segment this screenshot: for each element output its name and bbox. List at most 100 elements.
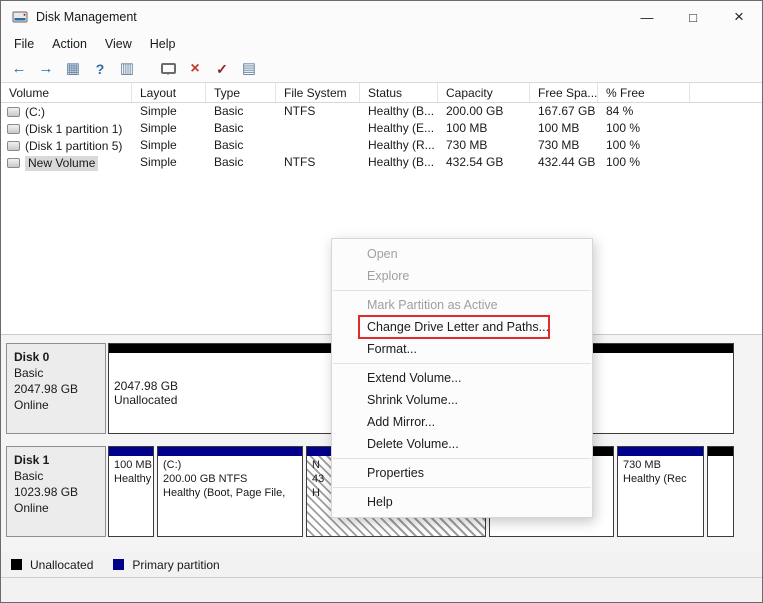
window-controls: — □ × [624,1,762,33]
menu-item-properties[interactable]: Properties [332,462,592,484]
cell-pct-free: 100 % [606,138,641,152]
menu-item-explore: Explore [367,269,410,283]
cell-capacity: 730 MB [446,138,488,152]
disk-status: Online [14,501,49,515]
action-pane-icon[interactable]: ▥ [115,58,139,80]
cell-layout: Simple [140,155,177,169]
volume-icon [7,158,20,168]
disk-status: Online [14,398,49,412]
minimize-button[interactable]: — [624,1,670,33]
menu-item-change-drive-letter[interactable]: Change Drive Letter and Paths... [332,316,592,338]
partition-c-drive[interactable]: (C:) 200.00 GB NTFS Healthy (Boot, Page … [157,446,303,537]
legend-unallocated-label: Unallocated [30,557,94,572]
legend-unallocated-swatch [11,559,22,570]
table-row[interactable]: (Disk 1 partition 1) Simple Basic Health… [1,120,762,137]
callout-icon-shape [160,63,176,75]
volume-icon [7,124,20,134]
partition-stripe [158,447,302,456]
callout-icon[interactable] [156,63,180,75]
cell-pct-free: 100 % [606,121,641,135]
menu-item-help[interactable]: Help [332,491,592,513]
partition-label: 100 MB Healthy [114,459,152,485]
close-button[interactable]: × [716,1,762,33]
cell-file-system: NTFS [284,155,316,169]
volume-icon [7,107,20,117]
menu-item-shrink-volume[interactable]: Shrink Volume... [332,389,592,411]
cell-free-space: 432.44 GB [538,155,596,169]
header-file-system[interactable]: File System [276,83,360,102]
legend-primary-label: Primary partition [132,557,220,572]
legend-bar: Unallocated Primary partition [1,552,762,578]
titlebar: Disk Management — □ × [1,1,762,33]
window-title: Disk Management [36,10,137,24]
header-layout[interactable]: Layout [132,83,206,102]
disk-management-window: Disk Management — □ × File Action View H… [0,0,763,603]
mark-partition-icon[interactable]: ✓ [210,58,234,80]
partition-label: 730 MB Healthy (Rec [623,459,687,485]
cell-pct-free: 100 % [606,155,641,169]
menu-item-delete-volume[interactable]: Delete Volume... [332,433,592,455]
table-row-selected[interactable]: New Volume Simple Basic NTFS Healthy (B.… [1,154,762,171]
menu-view[interactable]: View [96,33,141,55]
menu-item-add-mirror[interactable]: Add Mirror... [332,411,592,433]
back-icon[interactable]: ← [7,58,31,80]
forward-icon[interactable]: → [34,58,58,80]
cell-type: Basic [214,121,244,135]
cell-free-space: 100 MB [538,121,580,135]
header-status[interactable]: Status [360,83,438,102]
cell-free-space: 730 MB [538,138,580,152]
cell-volume: (Disk 1 partition 5) [1,137,132,154]
header-volume[interactable]: Volume [1,83,132,102]
cell-capacity: 100 MB [446,121,488,135]
partition-label: (C:) 200.00 GB NTFS Healthy (Boot, Page … [163,459,286,499]
partition-label [708,456,733,536]
cell-status: Healthy (B... [368,104,435,118]
partition-recovery-730mb[interactable]: 730 MB Healthy (Rec [617,446,704,537]
partition-stripe [618,447,703,456]
disk-size: 2047.98 GB [14,382,79,396]
partition-system-100mb[interactable]: 100 MB Healthy [108,446,154,537]
table-row[interactable]: (Disk 1 partition 5) Simple Basic Health… [1,137,762,154]
cell-free-space: 167.67 GB [538,104,596,118]
console-tree-icon[interactable]: ▦ [61,58,85,80]
partition-stripe [708,447,733,456]
header-free-space[interactable]: Free Spa... [530,83,598,102]
delete-volume-icon[interactable]: × [183,58,207,80]
cell-layout: Simple [140,121,177,135]
header-type[interactable]: Type [206,83,276,102]
toolbar: ← → ▦ ? ▥ × ✓ ▤ [1,55,762,83]
menu-separator [333,290,591,291]
menu-item-format[interactable]: Format... [332,338,592,360]
menu-separator [333,363,591,364]
menu-item-mark-partition-active: Mark Partition as Active [367,298,498,312]
cell-type: Basic [214,155,244,169]
app-icon [12,11,28,23]
status-bar [1,578,762,602]
menu-item-extend-volume[interactable]: Extend Volume... [332,367,592,389]
cell-status: Healthy (B... [368,155,435,169]
menubar: File Action View Help [1,33,762,55]
partition-stripe [109,447,153,456]
cell-volume: (C:) [1,103,132,120]
menu-separator [333,487,591,488]
menu-action[interactable]: Action [43,33,96,55]
cell-layout: Simple [140,138,177,152]
cell-capacity: 432.54 GB [446,155,504,169]
menu-help[interactable]: Help [141,33,185,55]
maximize-button[interactable]: □ [670,1,716,33]
menu-file[interactable]: File [5,33,43,55]
disk1-label[interactable]: Disk 1 Basic 1023.98 GB Online [6,446,106,537]
header-capacity[interactable]: Capacity [438,83,530,102]
header-pct-free[interactable]: % Free [598,83,690,102]
disk-name: Disk 1 [14,453,50,467]
table-row[interactable]: (C:) Simple Basic NTFS Healthy (B... 200… [1,103,762,120]
legend-primary-swatch [113,559,125,570]
cell-type: Basic [214,104,244,118]
header-filler [690,83,762,102]
help-icon[interactable]: ? [88,58,112,80]
cell-status: Healthy (R... [368,138,435,152]
views-icon[interactable]: ▤ [237,58,261,80]
disk0-label[interactable]: Disk 0 Basic 2047.98 GB Online [6,343,106,434]
partition-unallocated-end[interactable] [707,446,734,537]
disk-size: 1023.98 GB [14,485,79,499]
